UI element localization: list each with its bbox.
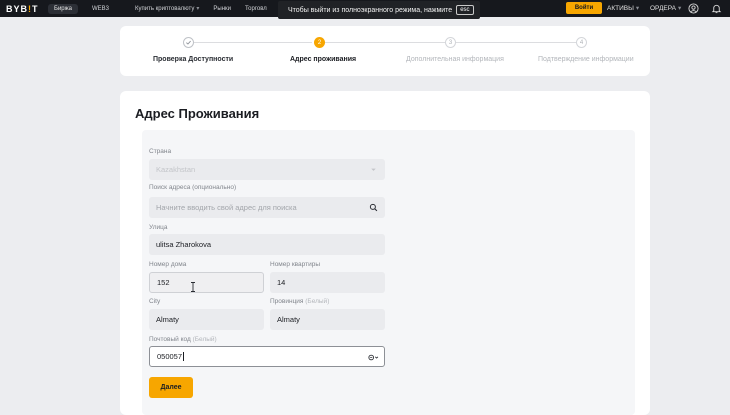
nav-markets[interactable]: Рынки xyxy=(213,6,231,12)
country-value: Kazakhstan xyxy=(156,165,196,174)
apartment-number-input[interactable]: 14 xyxy=(270,272,385,293)
street-input[interactable]: ulitsa Zharokova xyxy=(149,234,385,255)
address-search-label: Поиск адреса (опционально) xyxy=(149,184,237,191)
page-title: Адрес Проживания xyxy=(135,106,260,121)
step-3-indicator: 3 xyxy=(445,37,456,48)
house-number-label: Номер дома xyxy=(149,261,187,268)
city-label: City xyxy=(149,298,161,305)
postal-code-optional-hint: (Белый) xyxy=(192,336,217,343)
autofill-key-icon[interactable] xyxy=(367,353,379,362)
province-label: Провинция (Белый) xyxy=(270,298,329,305)
city-input[interactable]: Almaty xyxy=(149,309,264,330)
address-search-placeholder: Начните вводить свой адрес для поиска xyxy=(156,203,297,212)
nav-buy-crypto-label: Купить криптовалюту xyxy=(135,6,195,12)
nav-assets[interactable]: АКТИВЫ ▾ xyxy=(607,4,639,12)
nav-web3[interactable]: WEB3 xyxy=(92,6,109,12)
step-3-label: Дополнительная информация xyxy=(406,56,504,63)
bybit-logo[interactable]: BYB!T xyxy=(6,4,40,14)
caret-down-icon xyxy=(371,168,376,171)
esc-key-badge: esc xyxy=(456,5,474,15)
user-icon[interactable] xyxy=(688,3,699,14)
stepper-connector xyxy=(456,42,580,43)
stepper-connector xyxy=(325,42,449,43)
chevron-down-icon: ▾ xyxy=(677,5,682,12)
province-label-text: Провинция xyxy=(270,298,304,305)
fullscreen-exit-toast: Чтобы выйти из полноэкранного режима, на… xyxy=(278,1,480,19)
step-1-label: Проверка Доступности xyxy=(153,56,234,63)
country-select[interactable]: Kazakhstan xyxy=(149,159,385,180)
step-2-indicator: 2 xyxy=(314,37,325,48)
search-icon[interactable] xyxy=(369,203,378,212)
step-4-label: Подтверждение информации xyxy=(538,56,634,63)
stepper-connector xyxy=(194,42,312,43)
house-number-input[interactable]: 152 xyxy=(149,272,264,293)
exchange-pill[interactable]: Биржа xyxy=(48,3,78,14)
country-label: Страна xyxy=(149,148,172,155)
nav-trading[interactable]: Торговл xyxy=(245,6,267,12)
progress-stepper: 2 3 4 Проверка Доступности Адрес прожива… xyxy=(120,26,650,76)
step-4-indicator: 4 xyxy=(576,37,587,48)
address-search-input[interactable]: Начните вводить свой адрес для поиска xyxy=(149,197,385,218)
street-label: Улица xyxy=(149,224,168,231)
nav-buy-crypto[interactable]: Купить криптовалюту ▾ xyxy=(135,5,199,12)
chevron-down-icon: ▾ xyxy=(635,5,640,12)
next-button[interactable]: Далее xyxy=(149,377,193,398)
nav-assets-label: АКТИВЫ xyxy=(607,5,634,12)
province-input[interactable]: Almaty xyxy=(270,309,385,330)
apartment-number-label: Номер квартиры xyxy=(270,261,321,268)
postal-code-value: 050057 xyxy=(157,352,183,361)
check-icon xyxy=(186,40,191,45)
chevron-down-icon: ▾ xyxy=(196,6,200,12)
postal-code-label-text: Почтовый код xyxy=(149,336,191,343)
address-form-card: Адрес Проживания Страна Kazakhstan Поиск… xyxy=(120,91,650,415)
login-button[interactable]: Войти xyxy=(566,2,602,14)
step-1-check-icon xyxy=(183,37,194,48)
postal-code-input[interactable]: 050057 xyxy=(149,346,385,367)
bell-icon[interactable] xyxy=(711,3,722,14)
nav-orders[interactable]: ОРДЕРА ▾ xyxy=(650,4,681,12)
fullscreen-toast-text: Чтобы выйти из полноэкранного режима, на… xyxy=(288,6,453,14)
nav-orders-label: ОРДЕРА xyxy=(650,5,676,12)
province-optional-hint: (Белый) xyxy=(305,298,330,305)
text-cursor-icon xyxy=(191,282,195,292)
postal-code-label: Почтовый код (Белый) xyxy=(149,336,217,343)
step-2-label: Адрес проживания xyxy=(290,56,357,63)
text-caret xyxy=(183,352,185,361)
